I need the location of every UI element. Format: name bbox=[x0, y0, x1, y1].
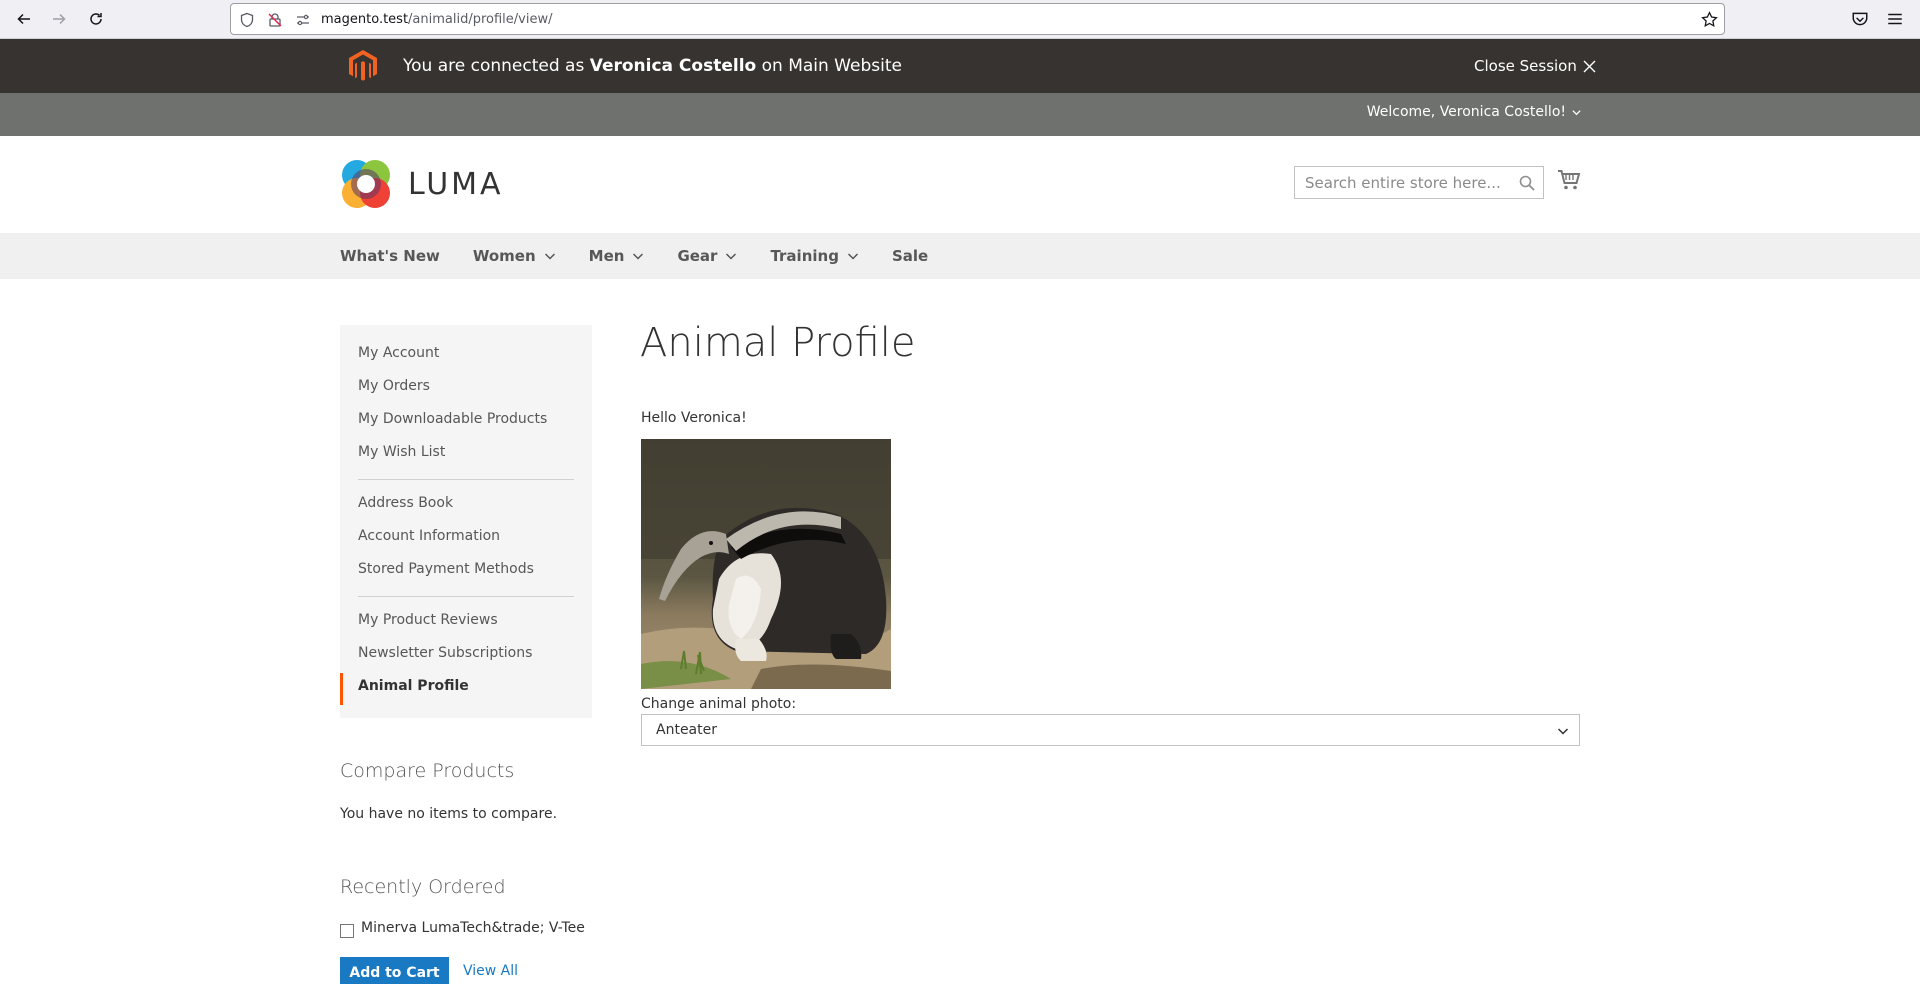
arrow-right-icon bbox=[53, 13, 66, 25]
nav-item-sale[interactable]: Sale bbox=[892, 247, 928, 265]
selected-animal: Anteater bbox=[656, 722, 717, 738]
address-bar[interactable]: magento.test/animalid/profile/view/ bbox=[230, 3, 1725, 35]
chevron-down-icon bbox=[1572, 109, 1581, 115]
close-session-label: Close Session bbox=[1474, 57, 1577, 75]
connected-suffix: on Main Website bbox=[761, 56, 902, 76]
welcome-text: Welcome, Veronica Costello! bbox=[1366, 104, 1566, 120]
chevron-down-icon bbox=[1557, 728, 1569, 735]
customer-welcome-menu[interactable]: Welcome, Veronica Costello! bbox=[1367, 104, 1582, 120]
active-indicator bbox=[340, 673, 343, 705]
forward-button[interactable] bbox=[48, 8, 70, 30]
sidebar-item-my-account[interactable]: My Account bbox=[358, 345, 439, 361]
sidebar-item-account-information[interactable]: Account Information bbox=[358, 528, 500, 544]
sidebar-item-downloadable-products[interactable]: My Downloadable Products bbox=[358, 411, 547, 427]
sidebar-item-stored-payment-methods[interactable]: Stored Payment Methods bbox=[358, 561, 534, 577]
nav-label: What's New bbox=[340, 247, 440, 265]
chevron-down-icon bbox=[726, 253, 737, 260]
sidebar-item-wish-list[interactable]: My Wish List bbox=[358, 444, 445, 460]
view-all-link[interactable]: View All bbox=[463, 963, 518, 979]
back-button[interactable] bbox=[13, 8, 35, 30]
nav-label: Men bbox=[588, 247, 625, 265]
nav-label: Gear bbox=[677, 247, 718, 265]
luma-logo-icon bbox=[342, 160, 390, 208]
url-path: /animalid/profile/view/ bbox=[408, 12, 553, 27]
nav-label: Sale bbox=[891, 247, 929, 265]
menu-icon[interactable] bbox=[1886, 10, 1904, 28]
recently-ordered-title: Recently Ordered bbox=[340, 876, 506, 898]
pocket-icon[interactable] bbox=[1851, 10, 1869, 28]
login-as-customer-bar: You are connected as Veronica Costello o… bbox=[0, 39, 1920, 93]
arrow-left-icon bbox=[17, 13, 30, 25]
nav-label: Training bbox=[770, 247, 839, 265]
animal-photo bbox=[641, 439, 891, 689]
account-sidebar: My Account My Orders My Downloadable Pro… bbox=[340, 325, 592, 718]
nav-item-whats-new[interactable]: What's New bbox=[340, 247, 440, 265]
compare-products-title: Compare Products bbox=[340, 760, 515, 782]
chevron-down-icon bbox=[633, 253, 644, 260]
search-input[interactable] bbox=[1295, 167, 1515, 198]
recently-ordered-item[interactable]: Minerva LumaTech&trade; V-Tee bbox=[361, 920, 585, 936]
sidebar-item-newsletter-subscriptions[interactable]: Newsletter Subscriptions bbox=[358, 645, 532, 661]
store-logo[interactable]: LUMA bbox=[340, 158, 510, 210]
compare-empty-text: You have no items to compare. bbox=[340, 806, 558, 822]
chevron-down-icon bbox=[544, 253, 555, 260]
magento-logo-icon bbox=[349, 50, 377, 81]
insecure-lock-icon[interactable] bbox=[267, 12, 283, 28]
reload-icon bbox=[90, 13, 102, 25]
permissions-icon[interactable] bbox=[295, 12, 311, 28]
search-box[interactable] bbox=[1294, 166, 1544, 199]
search-icon[interactable] bbox=[1519, 175, 1535, 191]
change-photo-label: Change animal photo: bbox=[641, 696, 797, 712]
nav-item-training[interactable]: Training bbox=[770, 247, 858, 265]
recently-ordered-checkbox[interactable] bbox=[340, 924, 354, 938]
close-session-link[interactable]: Close Session bbox=[1474, 57, 1596, 75]
connected-prefix: You are connected as bbox=[403, 56, 585, 76]
anteater-image bbox=[641, 439, 891, 689]
url-host: magento.test bbox=[321, 12, 409, 27]
logo-text: LUMA bbox=[408, 166, 504, 202]
url-text[interactable]: magento.test/animalid/profile/view/ bbox=[321, 12, 553, 27]
page-title: Animal Profile bbox=[640, 320, 916, 366]
nav-label: Women bbox=[472, 247, 536, 265]
reload-button[interactable] bbox=[85, 8, 107, 30]
sidebar-item-address-book[interactable]: Address Book bbox=[358, 495, 453, 511]
chevron-down-icon bbox=[847, 253, 858, 260]
nav-item-gear[interactable]: Gear bbox=[677, 247, 737, 265]
sidebar-divider bbox=[358, 596, 574, 597]
close-icon bbox=[1583, 60, 1596, 72]
panel-header: Welcome, Veronica Costello! bbox=[0, 93, 1920, 136]
nav-item-women[interactable]: Women bbox=[473, 247, 556, 265]
sidebar-item-animal-profile[interactable]: Animal Profile bbox=[358, 678, 469, 694]
animal-select[interactable]: Anteater bbox=[641, 714, 1580, 746]
sidebar-item-my-orders[interactable]: My Orders bbox=[358, 378, 430, 394]
bookmark-star-icon[interactable] bbox=[1701, 11, 1718, 28]
sidebar-item-product-reviews[interactable]: My Product Reviews bbox=[358, 612, 498, 628]
connected-as-message: You are connected as Veronica Costello o… bbox=[403, 56, 902, 76]
main-navigation: What's New Women Men Gear Training Sale bbox=[0, 233, 1920, 279]
browser-toolbar: magento.test/animalid/profile/view/ bbox=[0, 0, 1920, 39]
connected-customer-name: Veronica Costello bbox=[589, 56, 757, 76]
nav-item-men[interactable]: Men bbox=[589, 247, 645, 265]
shield-icon[interactable] bbox=[239, 12, 255, 28]
shopping-cart-icon[interactable] bbox=[1557, 168, 1581, 192]
greeting-text: Hello Veronica! bbox=[641, 410, 747, 426]
add-to-cart-button[interactable]: Add to Cart bbox=[340, 957, 449, 984]
sidebar-divider bbox=[358, 479, 574, 480]
